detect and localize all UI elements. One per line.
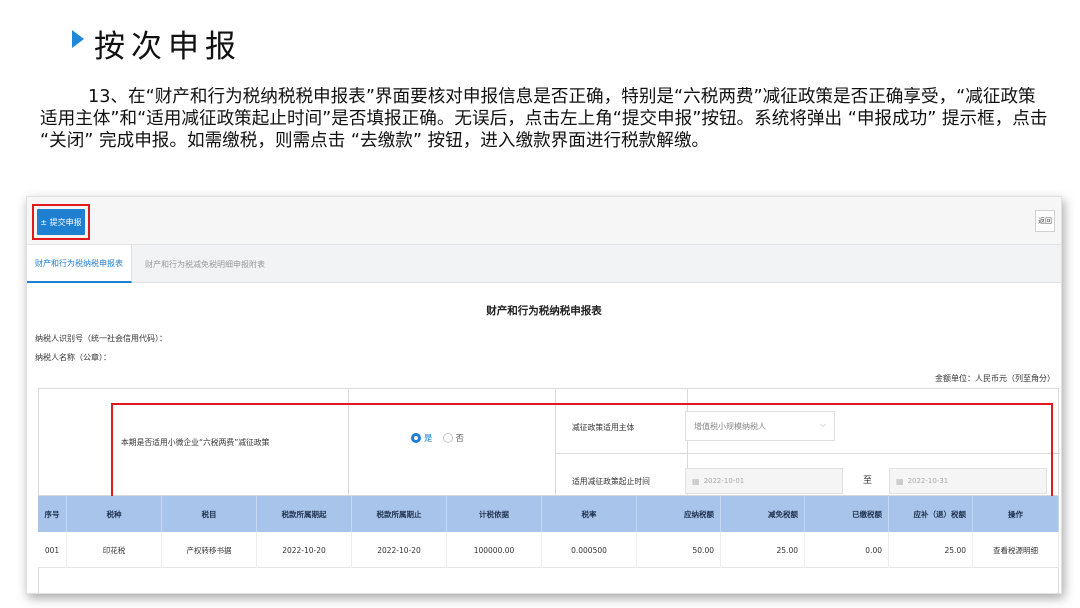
start-date-field[interactable]: ▦ 2022-10-01 — [685, 468, 843, 494]
table-footer-area — [38, 568, 1059, 593]
calendar-icon: ▦ — [692, 476, 700, 486]
start-date-value: 2022-10-01 — [703, 477, 745, 485]
end-date-value: 2022-10-31 — [907, 477, 949, 485]
radio-yes-label: 是 — [424, 434, 433, 444]
end-date-field[interactable]: ▦ 2022-10-31 — [889, 468, 1047, 494]
tab-declaration-form[interactable]: 财产和行为税纳税申报表 — [27, 245, 132, 283]
radio-yes[interactable] — [411, 433, 421, 443]
col-header-rate: 税率 — [542, 496, 637, 532]
cell-payable: 50.00 — [637, 532, 721, 568]
policy-radio-group: 是 否 — [411, 432, 474, 444]
tab-exemption-schedule[interactable]: 财产和行为税减免税明细申报附表 — [137, 245, 273, 283]
taxpayer-name-label: 纳税人名称（公章）： — [35, 353, 111, 362]
policy-subject-select[interactable]: 增值税小规模纳税人 ⌵ — [685, 411, 835, 441]
policy-period-label: 适用减征政策起止时间 — [572, 477, 650, 486]
policy-subject-label: 减征政策适用主体 — [572, 423, 635, 432]
table-row: 001 印花税 产权转移书据 2022-10-20 2022-10-20 100… — [38, 532, 1059, 568]
col-header-action: 操作 — [973, 496, 1059, 532]
col-header-due: 应补（退）税额 — [889, 496, 973, 532]
tab-bar: 财产和行为税纳税申报表 财产和行为税减免税明细申报附表 — [27, 245, 1061, 283]
table-header: 序号 税种 税目 税款所属期起 税款所属期止 计税依据 税率 应纳税额 减免税额… — [38, 496, 1059, 532]
col-header-index: 序号 — [38, 496, 67, 532]
col-header-basis: 计税依据 — [447, 496, 542, 532]
col-header-payable: 应纳税额 — [637, 496, 721, 532]
cell-reduction: 25.00 — [721, 532, 805, 568]
cell-tax-type: 印花税 — [67, 532, 162, 568]
instruction-paragraph: 13、在“财产和行为税纳税税申报表”界面要核对申报信息是否正确，特别是“六税两费… — [40, 87, 1048, 151]
cell-period-start: 2022-10-20 — [257, 532, 352, 568]
small-business-policy-question: 本期是否适用小微企业“六税两费”减征政策 — [121, 438, 270, 447]
currency-unit-label: 金额单位：人民币元（列至角分） — [935, 374, 1055, 383]
radio-no[interactable] — [442, 433, 453, 443]
cell-due: 25.00 — [889, 532, 973, 568]
chevron-down-icon: ⌵ — [819, 420, 826, 429]
form-title: 财产和行为税纳税申报表 — [486, 305, 602, 317]
toolbar: ± 提交申报 返回 — [27, 197, 1061, 245]
col-header-reduction: 减免税额 — [721, 496, 805, 532]
date-range-to-label: 至 — [863, 476, 873, 486]
tax-form-screenshot: ± 提交申报 返回 财产和行为税纳税申报表 财产和行为税减免税明细申报附表 财产… — [26, 196, 1062, 594]
view-tax-source-link[interactable]: 查看税源明细 — [973, 532, 1059, 568]
cell-rate: 0.000500 — [542, 532, 637, 568]
col-header-period-end: 税款所属期止 — [352, 496, 447, 532]
slide-title: 按次申报 — [94, 28, 242, 65]
submit-declaration-button[interactable]: ± 提交申报 — [37, 209, 85, 235]
cell-item: 产权转移书据 — [162, 532, 257, 568]
col-header-period-start: 税款所属期起 — [257, 496, 352, 532]
taxpayer-id-label: 纳税人识别号（统一社会信用代码）： — [35, 334, 167, 343]
col-header-paid: 已缴税额 — [805, 496, 889, 532]
submit-highlight-box: ± 提交申报 — [32, 204, 90, 240]
col-header-item: 税目 — [162, 496, 257, 532]
calendar-icon: ▦ — [896, 476, 904, 486]
slide-heading: 按次申报 — [72, 20, 242, 66]
back-button[interactable]: 返回 — [1035, 210, 1055, 232]
radio-no-label: 否 — [455, 434, 465, 444]
col-header-tax-type: 税种 — [67, 496, 162, 532]
triangle-bullet-icon — [72, 30, 84, 48]
cell-period-end: 2022-10-20 — [352, 532, 447, 568]
cell-paid: 0.00 — [805, 532, 889, 568]
cell-basis: 100000.00 — [447, 532, 542, 568]
policy-subject-value: 增值税小规模纳税人 — [694, 421, 766, 431]
cell-index: 001 — [38, 532, 67, 568]
